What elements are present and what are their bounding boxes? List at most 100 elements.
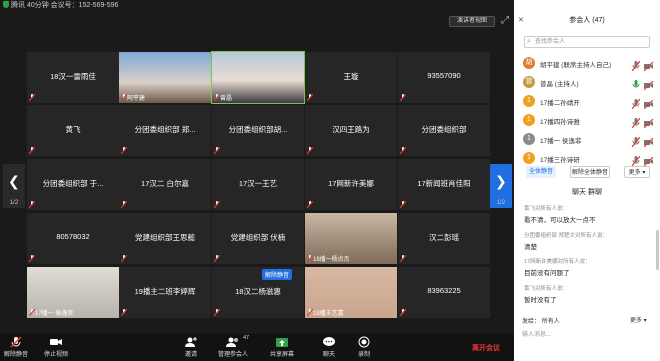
chat-sender: 黄飞对所有人说： (524, 286, 569, 292)
mic-muted-icon (400, 255, 406, 262)
send-to-value: 所有人 (541, 319, 560, 325)
participant-label: 17播一 侯逸菲 (35, 311, 74, 317)
mic-muted-icon (29, 309, 35, 316)
mic-muted-icon (214, 147, 220, 154)
participant-name: 19播主二班李婷辉 (134, 287, 196, 296)
more-label: 更多 (628, 170, 641, 176)
scrollbar[interactable] (656, 230, 659, 270)
video-tile[interactable]: 汉四王路为 (305, 105, 397, 156)
chat-sender: 分团委组织部 郑楚文对所有人说： (524, 233, 609, 239)
leave-meeting-button[interactable]: 离开会议 (472, 343, 500, 353)
send-to-label: 发给： (522, 319, 541, 325)
mic-muted-icon (307, 147, 313, 154)
video-tile[interactable]: 17新闻班肖佳阳 (398, 159, 490, 210)
mic-muted-icon (400, 309, 406, 316)
prev-page-button[interactable]: ❮ 1/2 (3, 164, 25, 208)
mic-muted-icon (121, 309, 127, 316)
video-tile[interactable]: 17网新许美娜 (305, 159, 397, 210)
fullscreen-icon[interactable]: ⤢ (499, 15, 511, 27)
chat-message: 黄飞对所有人说： 暂时没有了 (524, 284, 568, 304)
participant-search-input[interactable]: ⌕ 查找参会人 (524, 36, 650, 48)
more-button[interactable]: 更多 ▾ (624, 166, 650, 178)
video-tile[interactable]: 党建组织部 伏楠 (212, 213, 304, 264)
video-tile[interactable]: 党建组织部王思懿 (119, 213, 211, 264)
video-tile[interactable]: 分团委组织部胡... (212, 105, 304, 156)
participant-name: 分团委组织部 郑... (134, 125, 196, 134)
participant-label: 曾晶 (220, 96, 233, 102)
meeting-info-bar: 腾讯 40分钟 会议号：152-569-596 (0, 0, 514, 11)
send-to-selector[interactable]: 发给： 所有人 (522, 316, 560, 325)
video-tile[interactable]: 王璇 (305, 52, 397, 103)
chat-text: 看不清，可以放大一点不 (524, 217, 596, 224)
video-tile[interactable]: 80578032 (27, 213, 119, 264)
video-tile[interactable]: 18播王艺嘉 (305, 267, 397, 318)
share-screen-button[interactable]: 共享屏幕 (270, 336, 294, 358)
video-tile[interactable]: 分团委组织部 郑... (119, 105, 211, 156)
record-icon (358, 336, 370, 348)
close-icon[interactable]: ✕ (518, 12, 524, 30)
unmute-label: 解除静音 (4, 352, 29, 358)
chat-message: 17网新许美娜对所有人说： 目前没有问题了 (524, 257, 591, 277)
mic-muted-icon (400, 201, 406, 208)
invite-button[interactable]: 邀请 (184, 336, 198, 358)
chat-more-label: 更多 (630, 318, 643, 324)
share-label: 共享屏幕 (270, 352, 295, 358)
chat-icon (323, 337, 335, 346)
next-page-button[interactable]: ❯ 1/2 (490, 164, 512, 208)
mic-muted-icon (121, 147, 127, 154)
meeting-info-text: 腾讯 40分钟 会议号：152-569-596 (11, 2, 119, 9)
camera-icon (50, 339, 62, 345)
search-icon: ⌕ (527, 38, 531, 45)
mic-muted-icon (307, 255, 313, 262)
participant-row[interactable]: 1 17播一 侯逸菲 (514, 130, 660, 148)
mic-muted-icon (121, 94, 127, 101)
participant-name: 汉四王路为 (332, 125, 370, 134)
mic-muted-icon (307, 201, 313, 208)
unmute-all-button[interactable]: 解除全体静音 (570, 166, 610, 178)
video-tile[interactable]: 汉二彭瑶 (398, 213, 490, 264)
participant-row-name: 17播三孙诗研 (540, 157, 580, 164)
speaker-view-button[interactable]: 演讲者视图 (449, 16, 495, 27)
video-tile[interactable]: 17汉二 白尔嘉 (119, 159, 211, 210)
video-tile[interactable]: 黄飞 (27, 105, 119, 156)
participant-row[interactable]: 1 17播三孙诗研 (514, 149, 660, 167)
participant-row[interactable]: 1 17播二孙靖开 (514, 92, 660, 110)
participant-name: 党建组织部王思懿 (135, 233, 195, 242)
mic-muted-icon (307, 309, 313, 316)
participant-row[interactable]: 胡胡平建 (联席主持人自己) (514, 54, 660, 72)
video-tile[interactable]: 阿平建 (119, 52, 211, 103)
video-tile[interactable]: 18汉一雷雨佳 (27, 52, 119, 103)
chat-sender: 黄飞对所有人说： (524, 206, 569, 212)
participant-name: 17新闻班肖佳阳 (417, 179, 471, 188)
stop-video-button[interactable]: 停止视频 (44, 336, 68, 358)
mic-muted-icon (214, 94, 220, 101)
mic-muted-icon (29, 94, 35, 101)
video-tile[interactable]: 19播主二班李婷辉 (119, 267, 211, 318)
participant-row-name: 胡平建 (联席主持人自己) (540, 62, 612, 69)
chat-button[interactable]: 聊天 (322, 336, 336, 358)
chat-text: 清楚 (524, 244, 537, 251)
video-tile[interactable]: 18播一杨贞杰 (305, 213, 397, 264)
video-tile[interactable]: 17播一 侯逸菲 (27, 267, 119, 318)
video-tile[interactable]: 分团委组织部 于... (27, 159, 119, 210)
video-tile[interactable]: 17汉一王艺 (212, 159, 304, 210)
stop-video-label: 停止视频 (44, 352, 69, 358)
chat-input[interactable]: 输入消息... (522, 329, 551, 338)
mute-all-button[interactable]: 全体静音 (526, 166, 556, 178)
participant-label: 18播一杨贞杰 (313, 257, 350, 263)
participant-name: 黄飞 (65, 125, 81, 134)
video-tile[interactable]: 18汉二杨滋惠 解除静音 (212, 267, 304, 318)
unmute-button[interactable]: 解除静音 (4, 336, 28, 358)
mic-muted-icon (400, 94, 406, 101)
video-tile[interactable]: 83963225 (398, 267, 490, 318)
video-tile[interactable]: 曾晶 (211, 51, 305, 104)
chevron-left-icon: ❮ (8, 173, 20, 189)
chat-more-button[interactable]: 更多 ▾ (630, 315, 647, 324)
video-tile[interactable]: 93557090 (398, 52, 490, 103)
participant-label: 阿平建 (127, 96, 146, 102)
participant-row[interactable]: 曾曾晶 (主持人) (514, 73, 660, 91)
participant-row[interactable]: 1 17播四孙诗雅 (514, 111, 660, 129)
unmute-badge[interactable]: 解除静音 (262, 269, 293, 280)
record-button[interactable]: 录制 (357, 336, 371, 358)
video-tile[interactable]: 分团委组织部 (398, 105, 490, 156)
